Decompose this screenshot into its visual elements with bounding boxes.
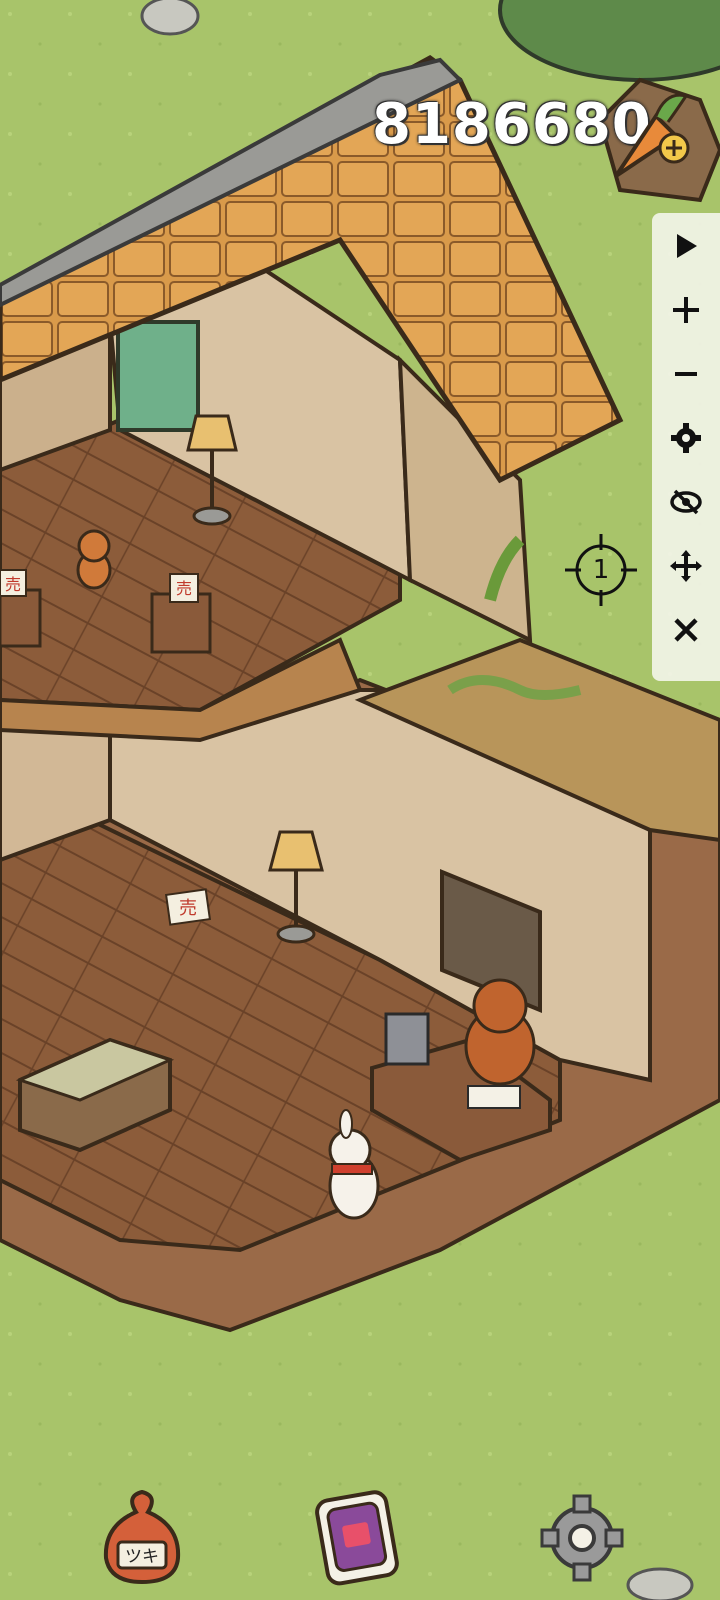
sale-sign: 売 xyxy=(5,575,21,594)
cash-register[interactable] xyxy=(384,1012,430,1066)
bag-label: ツキ xyxy=(125,1547,159,1567)
close-icon[interactable] xyxy=(652,601,720,659)
sale-sign: 売 xyxy=(179,898,197,919)
reticle-number: 1 xyxy=(592,555,610,585)
target-reticle[interactable]: 1 xyxy=(561,530,641,610)
move-icon[interactable] xyxy=(652,537,720,595)
hide-icon[interactable] xyxy=(652,473,720,531)
shopkeeper-npc[interactable] xyxy=(464,978,536,1086)
rock xyxy=(140,0,200,36)
phone-icon xyxy=(315,1490,399,1586)
game-scene[interactable]: 売 売 売 xyxy=(0,0,720,1600)
phone-button[interactable] xyxy=(310,1486,402,1586)
seed-bag-button[interactable]: ツキ xyxy=(96,1486,188,1586)
gear-icon xyxy=(540,1494,624,1582)
play-icon[interactable] xyxy=(652,217,720,275)
zoom-in-icon[interactable] xyxy=(652,281,720,339)
gear-button[interactable] xyxy=(536,1486,628,1586)
fox-customer[interactable] xyxy=(76,529,112,590)
carrot-plus-icon[interactable] xyxy=(606,86,694,186)
zoom-out-icon[interactable] xyxy=(652,345,720,403)
sale-sign: 売 xyxy=(176,579,192,598)
green-curtain xyxy=(116,320,200,432)
settings-icon[interactable] xyxy=(652,409,720,467)
seed-bag-icon: ツキ xyxy=(103,1489,181,1585)
sale-tag[interactable]: 売 xyxy=(164,888,212,926)
rock xyxy=(626,1567,694,1600)
ledger-book xyxy=(467,1085,521,1109)
camera-toolbar xyxy=(652,213,720,681)
